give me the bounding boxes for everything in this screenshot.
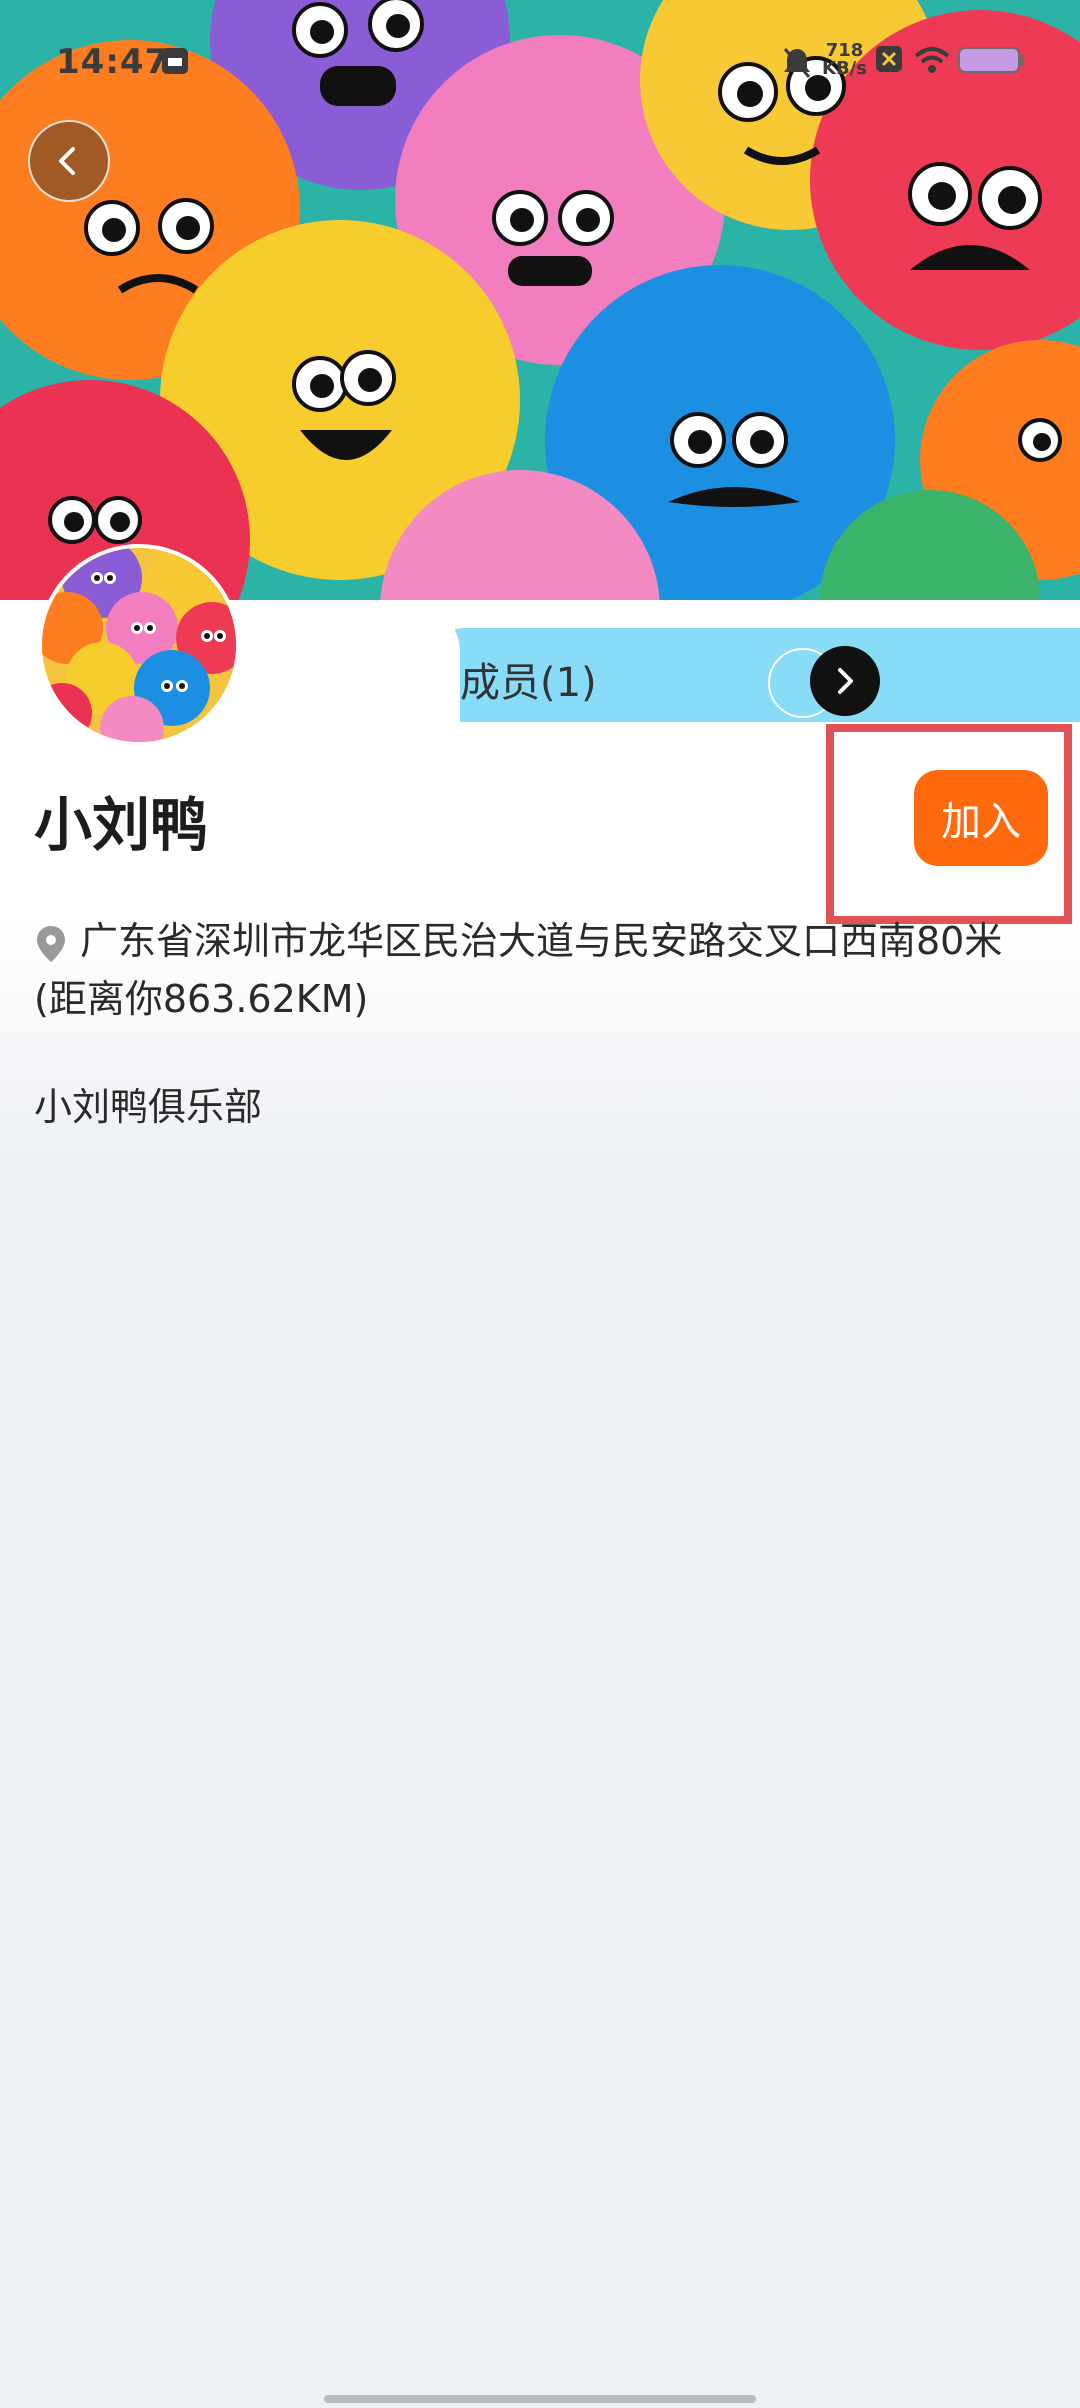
distance-text: (距离你863.62KM) [34,977,369,1021]
back-button[interactable] [28,120,110,202]
net-speed: 718 KB/s [822,42,867,78]
home-indicator[interactable] [324,2395,756,2403]
club-address: 广东省深圳市龙华区民治大道与民安路交叉口西南80米 (距离你863.62KM) [34,912,1054,1028]
status-bar: 14:47 718 KB/s [0,0,1080,120]
mute-bell-icon [783,48,811,78]
net-speed-unit: KB/s [822,58,867,79]
avatar-monsters-image [42,548,236,742]
club-description: 小刘鸭俱乐部 [34,1085,263,1129]
chevron-right-icon [838,668,853,694]
location-pin-icon [37,925,65,962]
status-time: 14:47 [56,42,170,82]
club-avatar [38,544,240,746]
back-arrow-icon [59,147,75,175]
notification-icon [162,48,188,74]
address-text: 广东省深圳市龙华区民治大道与民安路交叉口西南80米 [80,919,1003,963]
members-next-button[interactable] [810,646,880,716]
wifi-icon [914,47,950,73]
club-name: 小刘鸭 [34,791,209,859]
members-label[interactable]: 成员(1) [460,650,597,708]
battery-icon [958,47,1024,73]
join-highlight-box [826,724,1072,924]
x-badge-icon [876,46,902,72]
